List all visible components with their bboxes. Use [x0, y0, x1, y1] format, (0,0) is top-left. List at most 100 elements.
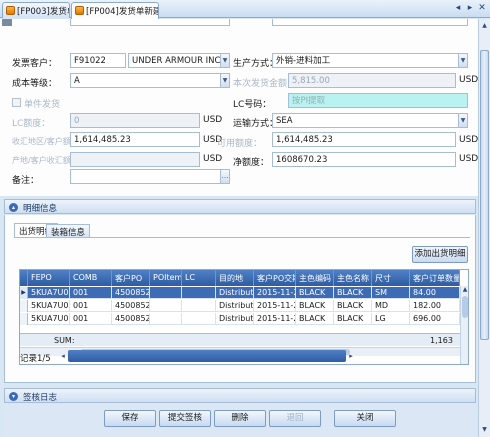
ellipsis-icon[interactable]: …	[220, 170, 229, 183]
table-cell	[182, 287, 216, 299]
currency-usd: USD	[203, 115, 223, 125]
collapse-icon[interactable]: ▴	[9, 203, 18, 212]
currency-usd: USD	[203, 154, 223, 164]
tab-fp003[interactable]: [FP003]发货单开立	[2, 2, 70, 18]
subtab-packing-info[interactable]: 装箱信息	[46, 224, 91, 238]
table-cell: 001	[70, 300, 112, 312]
column-header[interactable]: LC	[182, 270, 216, 286]
table-cell: BLACK	[296, 287, 334, 299]
delete-button[interactable]: 删除	[214, 410, 266, 427]
grid-vertical-scrollbar[interactable]: ▲	[460, 286, 468, 364]
currency-usd: USD	[459, 135, 478, 145]
column-header[interactable]: 主色名称	[334, 270, 372, 286]
close-button[interactable]: 关闭	[334, 410, 396, 427]
pager-next-icon[interactable]: ▸	[346, 350, 356, 362]
document-icon	[6, 6, 15, 15]
table-cell	[150, 300, 182, 312]
this-amount-label: 本次发货金额：	[233, 79, 297, 89]
table-row[interactable]: ▶ 5KUA7U01A... 001 4500852121 Distributi…	[20, 287, 460, 299]
customer-label: 发票客户：	[12, 59, 58, 69]
column-header[interactable]: 主色编码	[296, 270, 334, 286]
table-row[interactable]: 5KUA7U01A... 001 4500852121 Distribution…	[20, 300, 460, 312]
footer-toolbar: 保存 提交签核 删除 退回 关闭	[4, 403, 476, 437]
remark-field[interactable]: …	[70, 169, 230, 184]
hidden-top-field-right[interactable]	[272, 19, 468, 26]
currency-usd: USD	[459, 75, 478, 85]
this-amount-field: 5,815.00	[288, 73, 456, 88]
table-cell: 4500852121	[112, 300, 150, 312]
lc-no-field[interactable]: 按PI提取	[288, 93, 468, 108]
column-header[interactable]: 目的地	[216, 270, 254, 286]
signoff-section-header[interactable]: ▾ 签核日志	[4, 388, 476, 403]
production-select[interactable]: 外销-进料加工 ▼	[272, 53, 468, 68]
scroll-up-icon[interactable]: ▲	[461, 286, 468, 294]
column-header[interactable]: 尺寸	[372, 270, 410, 286]
page-scroll-thumb[interactable]	[480, 50, 489, 340]
cost-level-select[interactable]: A ▼	[70, 73, 230, 88]
single-ship-checkbox[interactable]	[12, 98, 21, 107]
production-value: 外销-进料加工	[276, 56, 331, 66]
tab-scroll-left-icon[interactable]: ◂	[452, 3, 464, 15]
add-shipment-detail-button[interactable]: 添加出货明细	[412, 246, 468, 263]
table-row[interactable]: 5KUA7U01A... 001 4500852121 Distribution…	[20, 313, 460, 325]
grid-summary-row: SUM: 1,163	[20, 333, 460, 346]
document-tab-strip: [FP003]发货单开立 [FP004]发货单新建页面[不开发票] ◂ ▸ ✕	[0, 0, 490, 19]
fx-limit-field: 1,614,485.23	[70, 132, 200, 147]
column-header[interactable]: POItem	[150, 270, 182, 286]
signoff-section-title: 签核日志	[23, 393, 58, 403]
hidden-top-field[interactable]	[70, 19, 230, 26]
chevron-down-icon[interactable]: ▼	[220, 54, 229, 67]
table-cell: 696.00	[410, 313, 460, 325]
header-form: 发票客户： F91022 UNDER ARMOUR INC-----O/A...…	[0, 19, 478, 196]
chevron-down-icon[interactable]: ▼	[458, 54, 467, 67]
single-ship-label: 单件发货	[24, 100, 61, 110]
scroll-up-icon[interactable]: ▲	[480, 21, 489, 30]
available-label: 可用额度：	[217, 139, 263, 149]
table-cell: 001	[70, 313, 112, 325]
column-header[interactable]: 客户PO	[112, 270, 150, 286]
cost-level-value: A	[74, 76, 80, 86]
pager-scroll-thumb[interactable]	[68, 350, 346, 362]
table-cell: Distribution...	[216, 313, 254, 325]
customer-name-select[interactable]: UNDER ARMOUR INC-----O/A... ▼	[128, 53, 230, 68]
table-cell: 5KUA7U01A...	[28, 313, 70, 325]
column-header[interactable]: FEPO	[28, 270, 70, 286]
table-cell: BLACK	[334, 300, 372, 312]
table-cell: 5KUA7U01A...	[28, 287, 70, 299]
table-cell: BLACK	[296, 300, 334, 312]
transport-select[interactable]: SEA ▼	[272, 113, 468, 128]
save-button[interactable]: 保存	[104, 410, 156, 427]
table-cell: 5KUA7U01A...	[28, 300, 70, 312]
tab-fp004-label: [FP004]发货单新建页面[不开发票]	[86, 7, 158, 17]
table-cell	[150, 313, 182, 325]
tab-scroll-right-icon[interactable]: ▸	[464, 3, 476, 15]
table-cell: 4500852121	[112, 287, 150, 299]
chevron-down-icon[interactable]: ▼	[458, 114, 467, 127]
lc-amount-label: LC额度：	[12, 119, 51, 129]
column-header[interactable]: COMB	[70, 270, 112, 286]
grid-vscroll-thumb[interactable]	[462, 296, 468, 318]
expand-icon[interactable]: ▾	[9, 392, 18, 401]
chevron-down-icon[interactable]: ▼	[220, 74, 229, 87]
column-header[interactable]: 客户订单数量	[410, 270, 460, 286]
net-label: 净额度：	[233, 158, 270, 168]
pager-prev-icon[interactable]: ◂	[58, 350, 68, 362]
table-cell: Distribution...	[216, 300, 254, 312]
table-cell: 182.00	[410, 300, 460, 312]
close-icon[interactable]: ✕	[476, 3, 488, 15]
column-header[interactable]: 客户PO交期	[254, 270, 296, 286]
row-indicator-header	[20, 270, 28, 286]
sum-label: SUM:	[54, 336, 75, 345]
scroll-down-icon[interactable]: ▼	[480, 425, 489, 434]
table-cell: 001	[70, 287, 112, 299]
return-button[interactable]: 退回	[269, 410, 321, 427]
table-cell	[182, 300, 216, 312]
tab-fp004[interactable]: [FP004]发货单新建页面[不开发票]	[71, 2, 159, 19]
customer-code-field[interactable]: F91022	[70, 53, 126, 68]
detail-section-header[interactable]: ▴ 明细信息	[4, 199, 476, 214]
submit-signoff-button[interactable]: 提交签核	[159, 410, 211, 427]
table-cell: 84.00	[410, 287, 460, 299]
prod-limit-field	[70, 152, 200, 167]
record-pager: 记录1/5	[20, 354, 51, 364]
customer-name-value: UNDER ARMOUR INC-----O/A...	[132, 56, 229, 66]
